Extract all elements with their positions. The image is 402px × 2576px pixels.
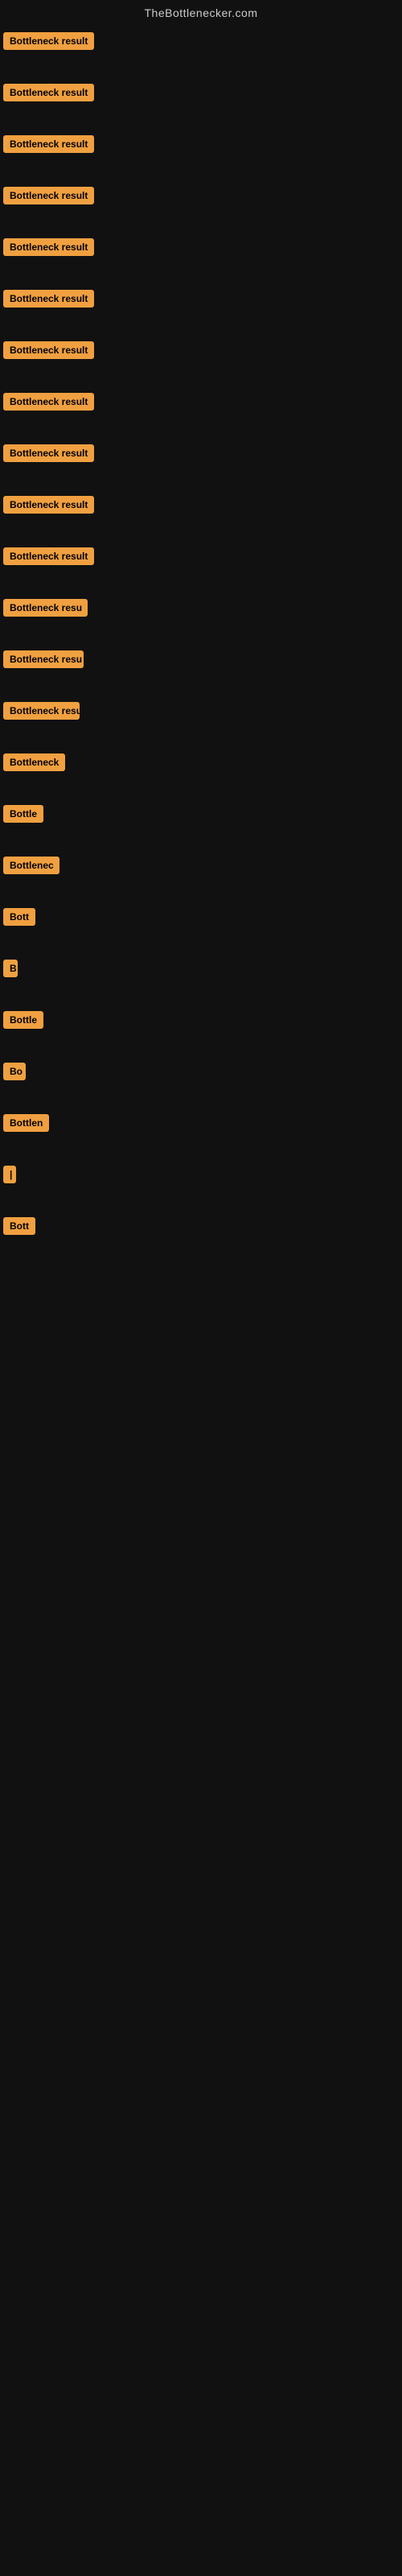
bottleneck-badge-7[interactable]: Bottleneck result (3, 341, 94, 359)
result-row-14: Bottleneck resu (0, 692, 402, 729)
bottleneck-badge-23[interactable]: | (3, 1166, 16, 1183)
result-row-24: Bott (0, 1208, 402, 1245)
bottleneck-badge-18[interactable]: Bott (3, 908, 35, 926)
bottleneck-badge-5[interactable]: Bottleneck result (3, 238, 94, 256)
bottleneck-badge-4[interactable]: Bottleneck result (3, 187, 94, 204)
result-row-17: Bottlenec (0, 847, 402, 884)
bottleneck-badge-8[interactable]: Bottleneck result (3, 393, 94, 411)
bottleneck-badge-12[interactable]: Bottleneck resu (3, 599, 88, 617)
bottleneck-badge-6[interactable]: Bottleneck result (3, 290, 94, 308)
bottleneck-badge-10[interactable]: Bottleneck result (3, 496, 94, 514)
page-wrapper: TheBottlenecker.com Bottleneck resultBot… (0, 0, 402, 2576)
bottleneck-badge-15[interactable]: Bottleneck (3, 753, 65, 771)
bottleneck-badge-16[interactable]: Bottle (3, 805, 43, 823)
result-row-2: Bottleneck result (0, 74, 402, 111)
result-row-21: Bo (0, 1053, 402, 1090)
result-row-11: Bottleneck result (0, 538, 402, 575)
result-row-6: Bottleneck result (0, 280, 402, 317)
result-row-15: Bottleneck (0, 744, 402, 781)
bottleneck-badge-19[interactable]: B (3, 960, 18, 977)
bottleneck-badge-17[interactable]: Bottlenec (3, 857, 59, 874)
result-row-1: Bottleneck result (0, 23, 402, 60)
result-row-8: Bottleneck result (0, 383, 402, 420)
result-row-5: Bottleneck result (0, 229, 402, 266)
bottleneck-badge-3[interactable]: Bottleneck result (3, 135, 94, 153)
bottleneck-badge-13[interactable]: Bottleneck resu (3, 650, 84, 668)
bottleneck-badge-1[interactable]: Bottleneck result (3, 32, 94, 50)
bottleneck-badge-24[interactable]: Bott (3, 1217, 35, 1235)
result-row-23: | (0, 1156, 402, 1193)
bottleneck-badge-22[interactable]: Bottlen (3, 1114, 49, 1132)
result-row-13: Bottleneck resu (0, 641, 402, 678)
result-row-16: Bottle (0, 795, 402, 832)
result-row-22: Bottlen (0, 1104, 402, 1141)
result-row-10: Bottleneck result (0, 486, 402, 523)
result-row-9: Bottleneck result (0, 435, 402, 472)
result-row-19: B (0, 950, 402, 987)
result-row-20: Bottle (0, 1001, 402, 1038)
bottleneck-badge-2[interactable]: Bottleneck result (3, 84, 94, 101)
result-row-12: Bottleneck resu (0, 589, 402, 626)
results-container: Bottleneck result Bottleneck result Bottle… (0, 23, 402, 1245)
bottleneck-badge-9[interactable]: Bottleneck result (3, 444, 94, 462)
bottleneck-badge-21[interactable]: Bo (3, 1063, 26, 1080)
result-row-4: Bottleneck result (0, 177, 402, 214)
bottleneck-badge-14[interactable]: Bottleneck resu (3, 702, 80, 720)
bottleneck-badge-11[interactable]: Bottleneck result (3, 547, 94, 565)
result-row-3: Bottleneck result (0, 126, 402, 163)
result-row-7: Bottleneck result (0, 332, 402, 369)
bottleneck-badge-20[interactable]: Bottle (3, 1011, 43, 1029)
result-row-18: Bott (0, 898, 402, 935)
site-title: TheBottlenecker.com (0, 0, 402, 23)
